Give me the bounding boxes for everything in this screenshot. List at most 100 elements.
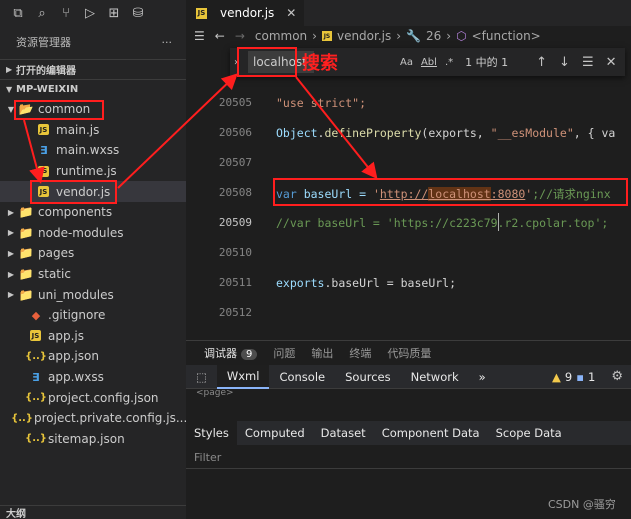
tab-problems[interactable]: 问题 (273, 345, 295, 361)
project-section[interactable]: ▼ MP-WEIXIN (0, 79, 186, 99)
file-tree-item[interactable]: ▶ 📁 pages (0, 243, 186, 264)
chevron-right-icon: ▶ (7, 207, 15, 217)
more-tabs-icon[interactable]: » (469, 365, 496, 389)
file-tree-item[interactable]: {..} project.config.json (0, 387, 186, 408)
tab-output[interactable]: 输出 (311, 345, 333, 361)
breadcrumb-folder[interactable]: common (255, 29, 307, 43)
tab-wxml[interactable]: Wxml (216, 364, 270, 389)
remote-icon[interactable]: ⛁ (126, 2, 150, 24)
file-tree-item[interactable]: ∃ main.wxss (0, 140, 186, 161)
find-in-selection-icon[interactable]: ☰ (582, 55, 594, 70)
match-case-toggle[interactable]: Aa (400, 57, 413, 68)
breadcrumb-file[interactable]: vendor.js (337, 29, 391, 43)
style-tabs: Styles Computed Dataset Component Data S… (186, 421, 631, 445)
tab-debugger[interactable]: 调试器 9 (204, 345, 258, 361)
code-line[interactable]: Object.defineProperty(exports, "__esModu… (276, 126, 615, 140)
watermark: CSDN @骚穷 (548, 498, 616, 511)
line-number: 20510 (218, 246, 252, 259)
extensions-icon[interactable]: ⊞ (102, 2, 126, 24)
source-control-icon[interactable]: ⑂ (54, 2, 78, 24)
tab-component-data[interactable]: Component Data (374, 421, 488, 445)
back-arrow-icon[interactable]: ← (215, 29, 225, 43)
tab-vendor-js[interactable]: JS vendor.js ✕ (186, 0, 305, 26)
code-token: defineProperty (324, 126, 422, 140)
file-tree-item[interactable]: ◆ .gitignore (0, 305, 186, 326)
json-file-icon: {..} (25, 433, 47, 445)
forward-arrow-icon[interactable]: → (235, 29, 245, 43)
close-icon[interactable]: ✕ (606, 55, 617, 70)
list-icon[interactable]: ☰ (194, 29, 205, 43)
open-editors-section[interactable]: ▶ 打开的编辑器 (0, 59, 186, 79)
chevron-right-icon: ▶ (7, 290, 15, 300)
json-file-icon: {..} (25, 350, 47, 362)
section-label: MP-WEIXIN (16, 84, 79, 95)
breadcrumb: common › JS vendor.js › 🔧 26 › ⬡ <functi… (255, 29, 541, 43)
breadcrumb-symbol[interactable]: <function> (472, 29, 541, 43)
close-icon[interactable]: ✕ (286, 6, 296, 20)
tab-code-quality[interactable]: 代码质量 (387, 345, 431, 361)
issue-counters[interactable]: ▲ 9 ▪ 1 ⚙ (552, 369, 631, 384)
files-icon[interactable]: ⧉ (6, 2, 30, 24)
error-count: 1 (588, 369, 596, 384)
tab-styles[interactable]: Styles (186, 421, 237, 445)
file-tree-item[interactable]: JS main.js (0, 120, 186, 141)
tab-console[interactable]: Console (269, 365, 335, 389)
code-token: "__esModule" (490, 126, 574, 140)
file-tree-item[interactable]: {..} sitemap.json (0, 429, 186, 450)
explorer-header: 资源管理器 ··· (0, 30, 186, 54)
line-number: 20512 (218, 306, 252, 319)
file-tree-item[interactable]: JS app.js (0, 326, 186, 347)
file-tree-label: runtime.js (56, 164, 117, 179)
tab-computed[interactable]: Computed (237, 421, 313, 445)
file-tree-label: project.config.json (48, 390, 159, 405)
file-tree-item[interactable]: ▶ 📁 components (0, 202, 186, 223)
js-file-icon: JS (30, 330, 41, 342)
filter-input[interactable]: Filter (186, 447, 631, 469)
line-number: 20509 (218, 216, 252, 229)
regex-toggle[interactable]: .* (445, 57, 453, 68)
file-tree-item[interactable]: {..} project.private.config.js... (0, 408, 187, 429)
json-file-icon: {..} (11, 412, 33, 424)
outline-section[interactable]: 大纲 (0, 505, 186, 519)
annotation-label: 搜索 (302, 53, 338, 74)
wxml-tree[interactable]: <page> (186, 389, 631, 401)
file-tree-item[interactable]: ▶ 📁 node-modules (0, 223, 186, 244)
breadcrumb-count[interactable]: 26 (426, 29, 441, 43)
tab-network[interactable]: Network (401, 365, 469, 389)
tab-sources[interactable]: Sources (335, 365, 401, 389)
folder-icon: 📁 (18, 205, 34, 220)
git-file-icon: ◆ (31, 308, 41, 322)
find-result-count: 1 中的 1 (465, 56, 509, 69)
code-line[interactable]: //var baseUrl = 'https://c223c79.r2.cpol… (276, 216, 608, 230)
search-icon[interactable]: ⌕ (30, 2, 54, 24)
file-tree-item[interactable]: JS runtime.js (0, 161, 186, 182)
code-token: .baseUrl = baseUrl; (324, 276, 457, 290)
more-actions-button[interactable]: ··· (162, 36, 173, 49)
chevron-right-icon: ▶ (7, 228, 15, 238)
code-line[interactable]: exports.baseUrl = baseUrl; (276, 276, 456, 290)
chevron-right-icon: ▶ (6, 65, 13, 74)
folder-icon: 📁 (18, 287, 34, 302)
tab-scope-data[interactable]: Scope Data (488, 421, 570, 445)
arrow-up-icon[interactable]: ↑ (536, 55, 547, 70)
match-word-toggle[interactable]: Abl (421, 57, 437, 68)
devtools-toolbar: ⬚ Wxml Console Sources Network » ▲ 9 ▪ 1… (186, 364, 631, 389)
chevron-down-icon: ▼ (6, 85, 13, 94)
file-tree-label: uni_modules (38, 287, 114, 302)
count-badge: 9 (241, 349, 258, 360)
tab-terminal[interactable]: 终端 (349, 345, 371, 361)
file-tree-item[interactable]: {..} app.json (0, 346, 186, 367)
code-token: , { va (573, 126, 616, 140)
file-tree-item[interactable]: ▶ 📁 static (0, 264, 186, 285)
settings-gear-icon[interactable]: ⚙ (611, 369, 623, 384)
file-tree-item[interactable]: ∃ app.wxss (0, 367, 186, 388)
debug-icon[interactable]: ▷ (78, 2, 102, 24)
inspect-icon[interactable]: ⬚ (186, 370, 217, 384)
file-tree-label: pages (38, 246, 75, 261)
arrow-down-icon[interactable]: ↓ (559, 55, 570, 70)
code-token: exports (276, 276, 325, 290)
js-file-icon: JS (38, 124, 49, 136)
tab-dataset[interactable]: Dataset (313, 421, 374, 445)
code-line[interactable]: "use strict"; (276, 96, 366, 110)
file-tree-item[interactable]: ▶ 📁 uni_modules (0, 284, 186, 305)
